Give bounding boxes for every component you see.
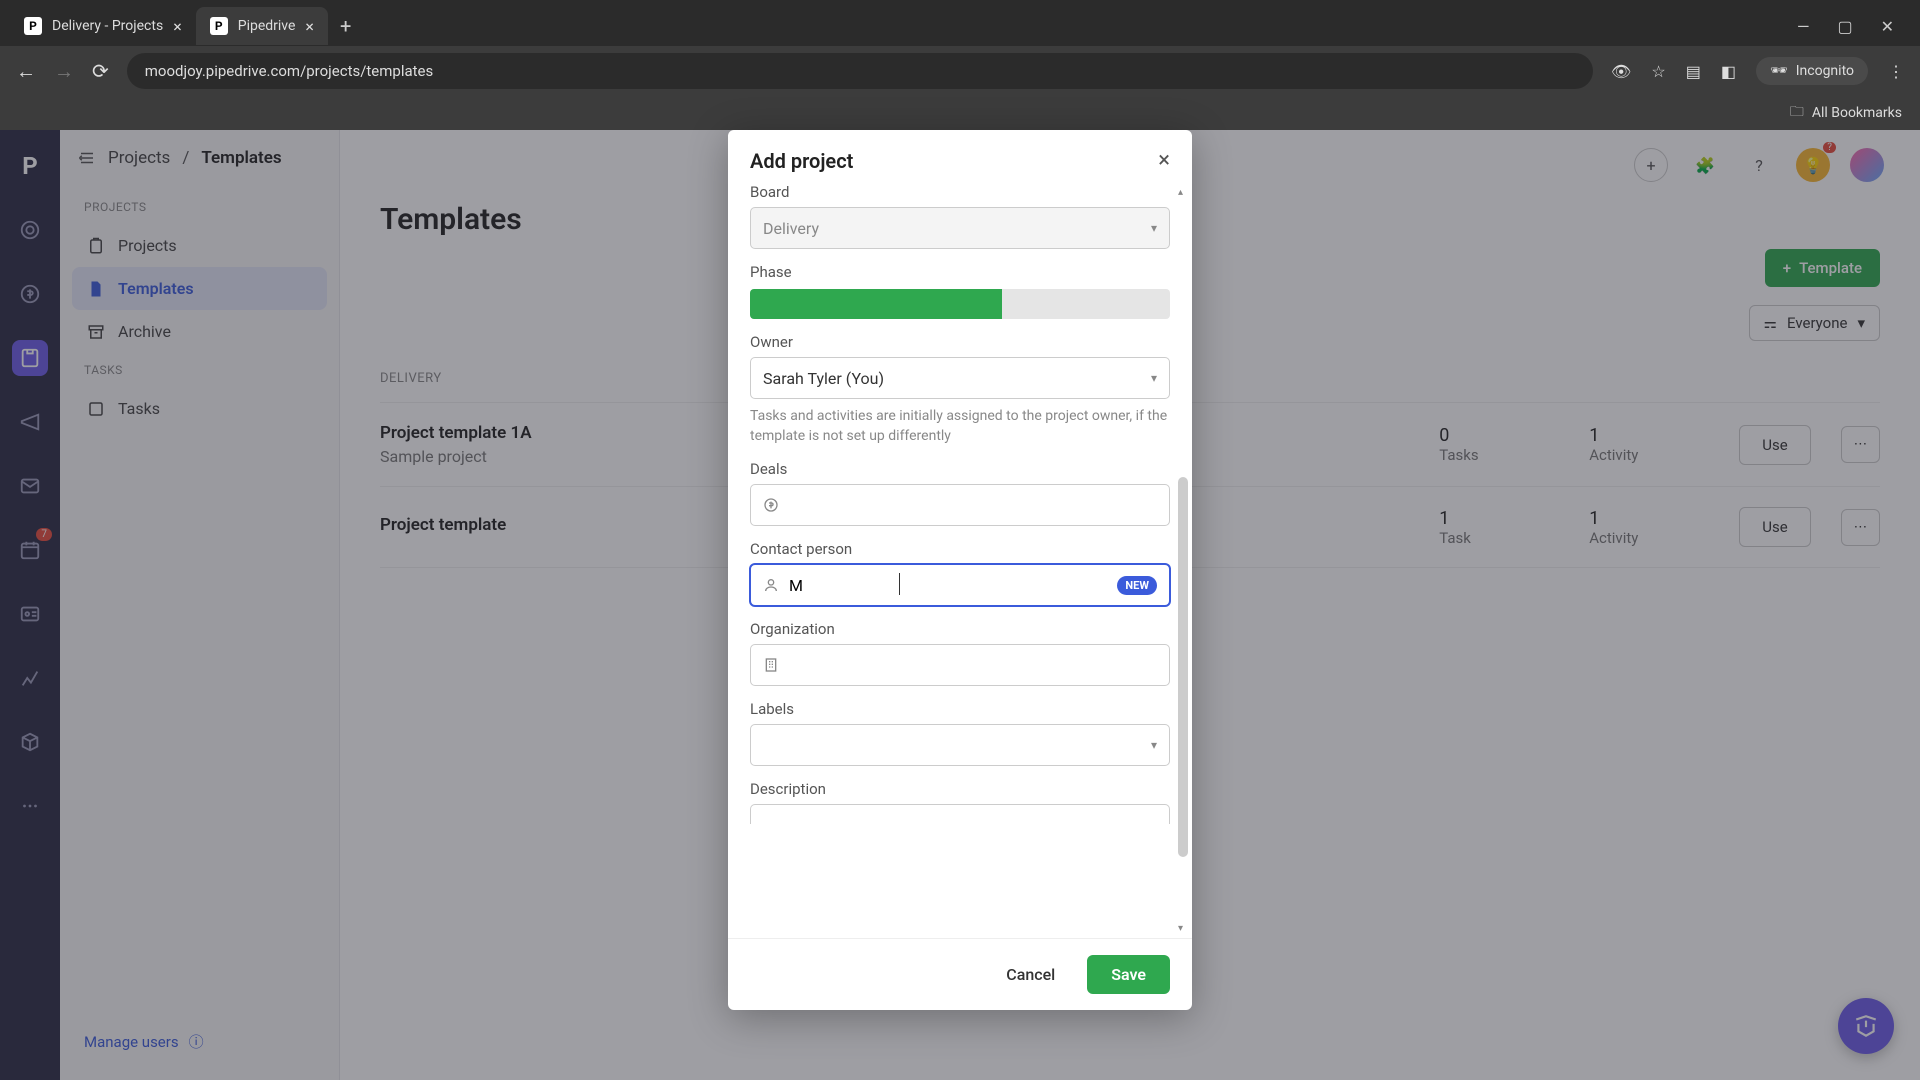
modal-title: Add project [750,149,853,173]
dollar-icon [763,497,779,513]
contact-input[interactable]: NEW [750,564,1170,606]
labels-select[interactable]: ▾ [750,724,1170,766]
phase-segment[interactable] [750,289,834,319]
forward-icon: → [54,59,74,84]
description-input[interactable] [750,804,1170,824]
minimize-icon[interactable]: — [1797,17,1810,36]
contact-text-field[interactable] [789,576,1117,595]
deals-input[interactable] [750,484,1170,526]
organization-input[interactable] [750,644,1170,686]
board-select[interactable]: Delivery ▾ [750,207,1170,249]
field-label-board: Board [750,183,1170,201]
bookmarks-bar: 🗀 All Bookmarks [0,96,1920,130]
phase-segment[interactable] [1002,289,1086,319]
new-badge: NEW [1117,576,1157,595]
save-button[interactable]: Save [1087,955,1170,994]
window-controls: — ▢ ✕ [1797,17,1910,36]
incognito-badge[interactable]: 🕶 Incognito [1756,57,1868,85]
reading-list-icon[interactable]: ▤ [1686,62,1701,81]
field-label-owner: Owner [750,333,1170,351]
field-label-labels: Labels [750,700,1170,718]
add-project-modal: Add project × Board Delivery ▾ Phase Own… [728,130,1192,1010]
favicon-icon: P [210,17,228,35]
owner-select[interactable]: Sarah Tyler (You) ▾ [750,357,1170,399]
modal-footer: Cancel Save [728,938,1192,1010]
phase-segment[interactable] [834,289,918,319]
address-bar: ← → ⟳ moodjoy.pipedrive.com/projects/tem… [0,46,1920,96]
tab-title: Pipedrive [238,18,296,34]
chevron-down-icon: ▾ [1151,371,1157,385]
field-label-phase: Phase [750,263,1170,281]
scroll-up-icon[interactable]: ▴ [1178,187,1183,198]
panel-icon[interactable]: ◧ [1721,62,1736,81]
field-label-deals: Deals [750,460,1170,478]
close-tab-icon[interactable]: × [305,17,314,36]
building-icon [763,657,779,673]
cancel-button[interactable]: Cancel [988,955,1073,994]
modal-body: Board Delivery ▾ Phase Owner Sarah Tyler… [728,183,1192,938]
url-field[interactable]: moodjoy.pipedrive.com/projects/templates [127,53,1593,89]
phase-segment[interactable] [918,289,1002,319]
menu-icon[interactable]: ⋮ [1888,62,1904,81]
incognito-label: Incognito [1796,63,1854,79]
star-icon[interactable]: ☆ [1651,62,1665,81]
maximize-icon[interactable]: ▢ [1837,17,1852,36]
select-value: Sarah Tyler (You) [763,369,884,388]
close-window-icon[interactable]: ✕ [1881,17,1894,36]
browser-chrome: P Delivery - Projects × P Pipedrive × + … [0,0,1920,130]
browser-tab[interactable]: P Pipedrive × [196,7,328,45]
tab-bar: P Delivery - Projects × P Pipedrive × + … [0,0,1920,46]
back-icon[interactable]: ← [16,59,36,84]
url-text: moodjoy.pipedrive.com/projects/templates [145,62,434,80]
scroll-down-icon[interactable]: ▾ [1178,923,1183,934]
phase-selector[interactable] [750,289,1170,319]
reload-icon[interactable]: ⟳ [92,59,109,83]
modal-header: Add project × [728,130,1192,183]
new-tab-button[interactable]: + [328,14,363,38]
person-icon [763,577,779,593]
browser-tab[interactable]: P Delivery - Projects × [10,7,196,45]
favicon-icon: P [24,17,42,35]
incognito-icon: 🕶 [1770,63,1788,79]
close-icon[interactable]: × [1158,148,1170,173]
scrollbar[interactable]: ▴ ▾ [1176,187,1188,934]
eye-off-icon[interactable]: 👁 [1611,62,1631,81]
bookmarks-label[interactable]: All Bookmarks [1812,105,1902,121]
chevron-down-icon: ▾ [1151,738,1157,752]
owner-help-text: Tasks and activities are initially assig… [750,407,1170,446]
field-label-description: Description [750,780,1170,798]
field-label-contact: Contact person [750,540,1170,558]
field-label-org: Organization [750,620,1170,638]
text-cursor [899,573,900,595]
scroll-thumb[interactable] [1178,477,1188,857]
chevron-down-icon: ▾ [1151,221,1157,235]
folder-icon: 🗀 [1790,101,1804,125]
select-value: Delivery [763,219,819,238]
tab-title: Delivery - Projects [52,18,163,34]
close-tab-icon[interactable]: × [173,17,182,36]
phase-segment[interactable] [1086,289,1170,319]
